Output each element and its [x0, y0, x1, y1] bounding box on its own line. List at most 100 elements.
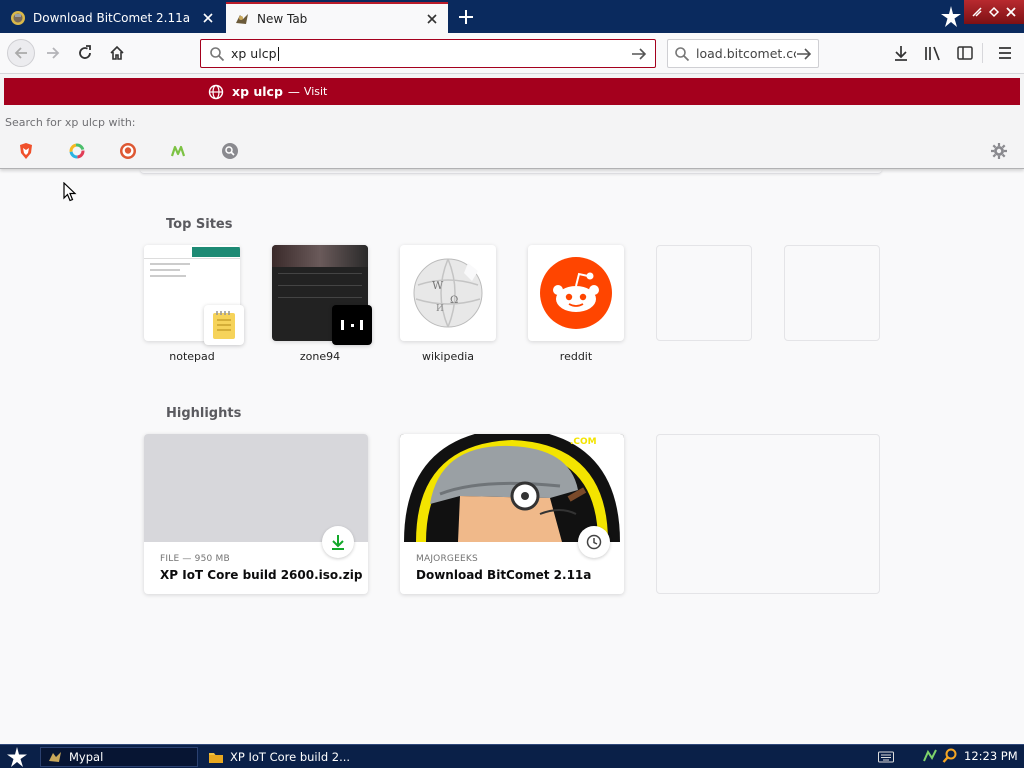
taskbar-item-label: Mypal [69, 750, 104, 764]
top-site-wikipedia[interactable]: W Ω И [400, 245, 496, 341]
autocomplete-separator: — [287, 84, 300, 99]
top-site-empty-slot [656, 245, 752, 341]
highlights-heading: Highlights [166, 406, 242, 421]
home-icon [110, 45, 124, 60]
svg-text:.COM: .COM [570, 437, 597, 447]
library-button[interactable] [921, 41, 945, 65]
majorgeeks-favicon-icon [10, 10, 26, 26]
top-site-label: reddit [559, 350, 593, 363]
plus-icon [459, 10, 473, 24]
highlight-empty-slot [656, 434, 880, 594]
svg-text:W: W [432, 279, 444, 292]
menu-button[interactable] [993, 41, 1017, 65]
go-arrow-icon[interactable] [631, 46, 647, 62]
top-site-label: notepad [169, 350, 215, 363]
taskbar: Mypal XP IoT Core build 2... 12:23 PM [0, 744, 1024, 768]
folder-icon [208, 749, 224, 765]
reload-icon [79, 45, 91, 59]
maximize-window-icon[interactable] [987, 5, 1001, 19]
start-button[interactable] [6, 747, 28, 767]
minimize-window-icon[interactable] [970, 5, 984, 19]
toolbar-separator [982, 43, 983, 63]
search-tray-icon[interactable] [942, 748, 958, 767]
close-tab-icon[interactable] [424, 11, 440, 27]
taskbar-item-mypal[interactable]: Mypal [40, 747, 198, 767]
mypal-icon [47, 749, 63, 765]
back-arrow-icon [14, 47, 27, 59]
new-tab-button[interactable] [452, 4, 480, 30]
forward-arrow-icon [47, 47, 60, 59]
card-context: MAJORGEEKS [416, 554, 478, 564]
tab-title: New Tab [257, 11, 308, 26]
brave-icon[interactable] [15, 140, 37, 162]
top-sites-heading: Top Sites [166, 217, 233, 232]
qwant-icon[interactable] [66, 140, 88, 162]
top-site-label: wikipedia [421, 350, 474, 363]
top-site-reddit[interactable] [528, 245, 624, 341]
notepad-badge-icon [204, 305, 244, 345]
download-icon [322, 526, 354, 558]
home-button[interactable] [103, 39, 131, 67]
mojeek-icon[interactable] [168, 140, 190, 162]
back-button[interactable] [7, 39, 35, 67]
network-status-icon[interactable] [922, 748, 938, 767]
taskbar-item-label: XP IoT Core build 2... [230, 750, 351, 764]
highlight-card-file[interactable]: FILE — 950 MB XP IoT Core build 2600.iso… [144, 434, 368, 594]
duckduckgo-icon[interactable] [117, 140, 139, 162]
start-star-icon [7, 747, 27, 767]
tab-download-bitcomet[interactable]: Download BitComet 2.11a [2, 2, 224, 33]
top-site-label: zone94 [299, 350, 341, 363]
navigation-toolbar: xp ulcp load.bitcomet.cc [0, 33, 1024, 74]
keyboard-icon[interactable] [878, 751, 894, 766]
search-icon [675, 46, 690, 61]
mypal-favicon-icon [234, 11, 250, 27]
new-tab-page: Top Sites notepad zone94 W Ω И wikipedia [0, 169, 1024, 744]
close-window-icon[interactable] [1004, 5, 1018, 19]
url-bar[interactable]: xp ulcp [200, 39, 656, 68]
url-autocomplete-popup: xp ulcp — Visit Search for xp ulcp with: [0, 74, 1024, 169]
taskbar-clock: 12:23 PM [964, 749, 1018, 763]
search-input[interactable]: load.bitcomet.cc [696, 46, 796, 61]
wikipedia-globe-icon: W Ω И [413, 258, 483, 328]
mouse-cursor-icon [63, 181, 77, 205]
download-icon [895, 46, 907, 61]
history-clock-icon [578, 526, 610, 558]
globe-icon [208, 84, 224, 100]
url-text: xp ulcp [231, 45, 277, 61]
hamburger-menu-icon [999, 47, 1011, 59]
zone94-badge-icon [332, 305, 372, 345]
taskbar-item-folder[interactable]: XP IoT Core build 2... [202, 747, 352, 767]
generic-search-icon[interactable] [219, 140, 241, 162]
gear-icon[interactable] [988, 140, 1010, 162]
close-tab-icon[interactable] [200, 10, 216, 26]
tab-strip: Download BitComet 2.11a New Tab [0, 0, 1024, 33]
forward-button[interactable] [39, 39, 67, 67]
card-title: Download BitComet 2.11a [416, 568, 592, 582]
library-icon [925, 46, 940, 61]
top-site-empty-slot [784, 245, 880, 341]
text-caret [277, 47, 279, 62]
highlight-card-majorgeeks[interactable]: .COM MAJORGEEKS Download BitComet 2.11a [400, 434, 624, 594]
tab-new-tab[interactable]: New Tab [226, 2, 448, 33]
search-go-arrow-icon[interactable] [796, 46, 812, 62]
page-search-box-edge [140, 169, 882, 174]
svg-text:Ω: Ω [450, 295, 458, 306]
search-bar[interactable]: load.bitcomet.cc [667, 39, 819, 68]
tab-title: Download BitComet 2.11a [33, 10, 191, 25]
autocomplete-action: Visit [303, 85, 328, 98]
sidebar-button[interactable] [953, 41, 977, 65]
search-icon [210, 46, 225, 61]
window-controls [964, 0, 1024, 24]
sidebar-icon [957, 46, 973, 60]
card-context: FILE — 950 MB [160, 554, 230, 564]
card-title: XP IoT Core build 2600.iso.zip [160, 568, 363, 582]
svg-text:И: И [436, 304, 444, 314]
mypal-star-icon[interactable] [938, 4, 964, 30]
url-input[interactable]: xp ulcp [231, 46, 631, 62]
reload-button[interactable] [71, 39, 99, 67]
downloads-button[interactable] [889, 41, 913, 65]
autocomplete-visit-row[interactable]: xp ulcp — Visit [4, 78, 1020, 105]
reddit-logo-icon [540, 257, 612, 329]
autocomplete-query: xp ulcp [232, 84, 283, 99]
search-with-label: Search for xp ulcp with: [5, 116, 136, 129]
